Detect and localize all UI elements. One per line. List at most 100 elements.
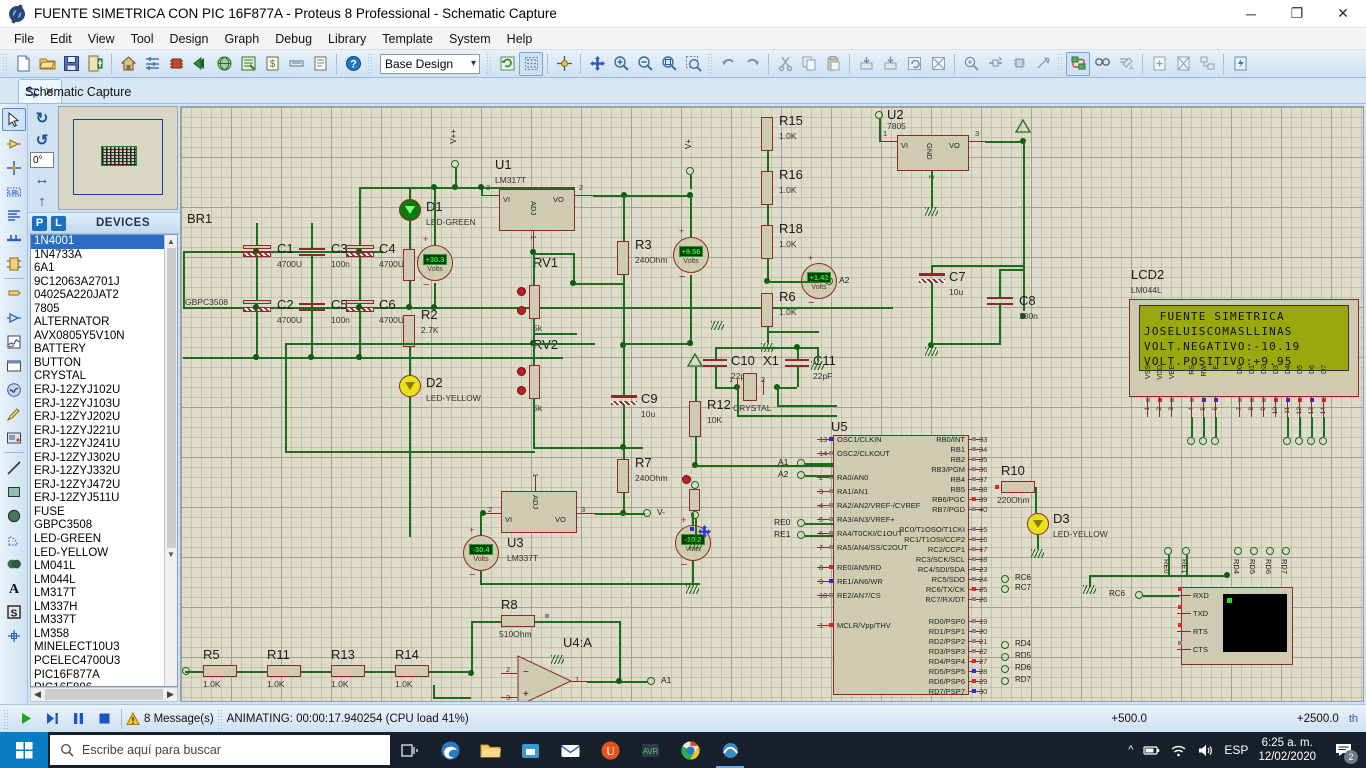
component-R12[interactable]: [689, 401, 701, 437]
scroll-left-icon[interactable]: ◀: [31, 689, 44, 700]
cost-report-button[interactable]: $: [260, 52, 284, 76]
bill-materials-report-button[interactable]: [1228, 52, 1252, 76]
device-list-item[interactable]: ERJ-12ZYJ472U: [31, 479, 164, 493]
component-RV1[interactable]: [529, 285, 540, 319]
voltmeter-1[interactable]: +30.3 Volts: [417, 245, 453, 281]
device-list-item[interactable]: PIC16F886: [31, 682, 164, 686]
pcb-layout-button[interactable]: [164, 52, 188, 76]
button-node-top[interactable]: [691, 481, 699, 489]
preview-pane[interactable]: [58, 106, 178, 210]
scroll-right-icon[interactable]: ▶: [164, 689, 177, 700]
device-list-item[interactable]: ERJ-12ZYJ221U: [31, 425, 164, 439]
rotate-ccw-icon[interactable]: ↺: [30, 130, 54, 150]
device-list-item[interactable]: FUSE: [31, 506, 164, 520]
device-list-item[interactable]: LM044L: [31, 574, 164, 588]
language-indicator[interactable]: ESP: [1224, 743, 1248, 757]
menu-file[interactable]: File: [6, 30, 42, 48]
bill-of-materials-button[interactable]: [236, 52, 260, 76]
scroll-down-icon[interactable]: ▼: [165, 548, 177, 561]
bus-tool[interactable]: [2, 228, 26, 251]
lcd-net-terminal[interactable]: [1283, 437, 1291, 445]
device-list-item[interactable]: 04025A220JAT2: [31, 289, 164, 303]
volume-icon[interactable]: [1197, 742, 1214, 759]
component-R3[interactable]: [617, 241, 629, 275]
menu-help[interactable]: Help: [499, 30, 541, 48]
terminal-RE1-pic[interactable]: [797, 531, 805, 539]
terminal-A1-pic[interactable]: [797, 459, 805, 467]
sim-play-button[interactable]: [13, 708, 39, 730]
help-button[interactable]: ?: [341, 52, 365, 76]
store-icon[interactable]: [510, 732, 550, 768]
zoom-all-button[interactable]: [657, 52, 681, 76]
proteus-taskbar-icon[interactable]: [710, 732, 750, 768]
design-notes-button[interactable]: [308, 52, 332, 76]
schematic-canvas[interactable]: BR1 GBPC3508 C1 4700U C2 4700U: [180, 106, 1364, 702]
lcd-net-terminal[interactable]: [1295, 437, 1303, 445]
terminal-RD7-b[interactable]: [1001, 677, 1009, 685]
device-list-item[interactable]: AVX0805Y5V10N: [31, 330, 164, 344]
device-list-item[interactable]: 6A1: [31, 262, 164, 276]
component-R14[interactable]: [395, 665, 429, 677]
device-list-item[interactable]: LM317T: [31, 587, 164, 601]
devices-list[interactable]: 1N40011N4733A6A19C12063A2701J04025A220JA…: [30, 234, 178, 687]
terminal-RC6-serial[interactable]: [1135, 591, 1143, 599]
devices-horizontal-scrollbar[interactable]: ◀ ▶: [30, 687, 178, 702]
minimize-button[interactable]: ─: [1228, 0, 1274, 28]
toolbar-grip[interactable]: [2, 53, 9, 75]
lcd-net-terminal[interactable]: [1211, 437, 1219, 445]
redraw-button[interactable]: [495, 52, 519, 76]
symbol-tool[interactable]: S: [2, 600, 26, 623]
file-explorer-icon[interactable]: [470, 732, 510, 768]
box-tool[interactable]: [2, 480, 26, 503]
device-list-item[interactable]: ERJ-12ZYJ511U: [31, 492, 164, 506]
menu-library[interactable]: Library: [320, 30, 374, 48]
component-RV2[interactable]: [529, 365, 540, 399]
terminal-RD5-b[interactable]: [1001, 653, 1009, 661]
device-list-item[interactable]: 1N4733A: [31, 249, 164, 263]
statusbar-grip[interactable]: [3, 709, 10, 729]
virtual-instruments-tool[interactable]: [2, 426, 26, 449]
simulation-globe-button[interactable]: [212, 52, 236, 76]
button-node-bottom[interactable]: [691, 511, 699, 519]
goto-sheet-button[interactable]: [1195, 52, 1219, 76]
menu-view[interactable]: View: [80, 30, 123, 48]
clock[interactable]: 6:25 a. m. 12/02/2020: [1258, 736, 1316, 764]
chrome-icon[interactable]: [670, 732, 710, 768]
pick-devices-button[interactable]: P: [32, 216, 47, 231]
design-select[interactable]: Base Design ▾: [380, 54, 480, 74]
save-file-button[interactable]: [59, 52, 83, 76]
terminal-RD4-b[interactable]: [1001, 641, 1009, 649]
component-R8[interactable]: [501, 615, 535, 627]
reset-button-probe[interactable]: [682, 475, 691, 484]
lcd-net-terminal[interactable]: [1187, 437, 1195, 445]
sim-pause-button[interactable]: [65, 708, 91, 730]
component-X1[interactable]: [743, 373, 757, 401]
probe-mode-tool[interactable]: [2, 402, 26, 425]
voltmeter-4[interactable]: -30.4 Volts: [463, 535, 499, 571]
lcd-net-terminal[interactable]: [1199, 437, 1207, 445]
device-list-item[interactable]: LM337H: [31, 601, 164, 615]
device-list-item[interactable]: PIC16F877A: [31, 669, 164, 683]
scroll-up-icon[interactable]: ▲: [165, 235, 177, 248]
property-assignment-button[interactable]: A: [1114, 52, 1138, 76]
component-R6[interactable]: [761, 293, 773, 327]
zoom-area-button[interactable]: [681, 52, 705, 76]
zoom-out-button[interactable]: [633, 52, 657, 76]
rotate-cw-icon[interactable]: ↻: [30, 108, 54, 128]
pot-increase-probe[interactable]: [517, 367, 526, 376]
packaging-tool-button[interactable]: [1007, 52, 1031, 76]
undo-button[interactable]: [716, 52, 740, 76]
wire-label-tool[interactable]: LBL: [2, 180, 26, 203]
origin-button[interactable]: [552, 52, 576, 76]
device-list-item[interactable]: ERJ-12ZYJ332U: [31, 465, 164, 479]
block-rotate-button[interactable]: [902, 52, 926, 76]
terminal-A1[interactable]: [647, 677, 655, 685]
cut-button[interactable]: [773, 52, 797, 76]
terminal-RE0[interactable]: [1164, 547, 1172, 555]
pick-device-button[interactable]: [959, 52, 983, 76]
battery-icon[interactable]: [1143, 742, 1160, 759]
mirror-horizontal-icon[interactable]: ↔: [30, 170, 54, 190]
marker-tool[interactable]: [2, 624, 26, 647]
menu-design[interactable]: Design: [162, 30, 217, 48]
sim-stop-button[interactable]: [91, 708, 117, 730]
